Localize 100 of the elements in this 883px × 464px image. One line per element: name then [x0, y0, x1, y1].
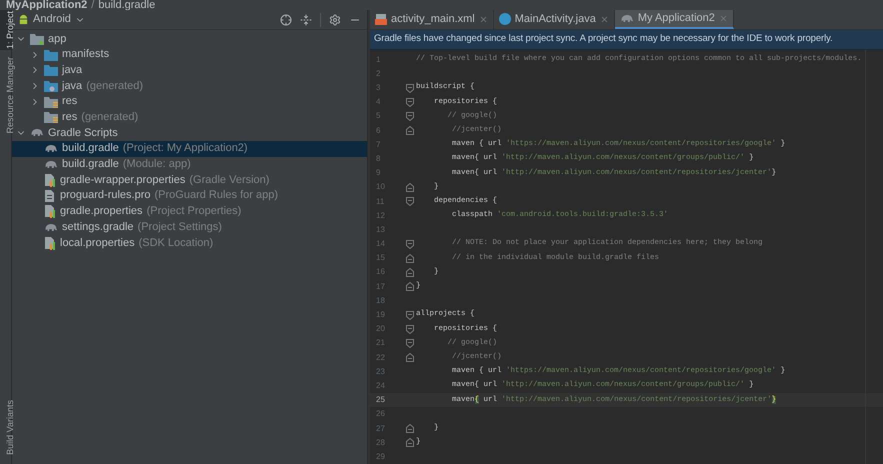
tree-item[interactable]: res (generated) [12, 109, 367, 126]
tree-item-name: manifests [62, 47, 110, 62]
resource-folder-icon [44, 96, 58, 108]
line-number: 12 [375, 210, 386, 222]
tree-item-note: (Project Settings) [138, 220, 222, 235]
module-folder-icon [30, 32, 44, 45]
tree-item[interactable]: build.gradle (Module: app) [12, 156, 367, 172]
line-number: 11 [375, 196, 386, 208]
line-number: 3 [375, 82, 382, 94]
line-number: 23 [375, 366, 386, 378]
line-number: 13 [375, 224, 386, 236]
unfold-marker-icon[interactable] [406, 126, 414, 136]
unfold-marker-icon[interactable] [406, 268, 414, 277]
fold-marker-icon[interactable] [406, 310, 414, 320]
fold-marker-icon[interactable] [406, 324, 414, 334]
fold-marker-icon[interactable] [406, 84, 414, 93]
tree-item-name: build.gradle [62, 141, 119, 156]
line-number: 1 [375, 54, 382, 66]
tree-item-name: proguard-rules.pro [60, 188, 150, 204]
tree-item-note: (generated) [81, 110, 138, 126]
tree-item-name: java [62, 62, 82, 78]
elephant-icon [44, 143, 58, 154]
tree-item[interactable]: java (generated) [12, 78, 367, 94]
tree-item-name: build.gradle [62, 157, 119, 172]
line-number: 15 [375, 252, 386, 264]
view-dropdown[interactable]: Android [18, 11, 85, 28]
tree-item-name: settings.gradle [62, 220, 134, 235]
tree-item-note: (generated) [86, 78, 144, 94]
unfold-marker-icon[interactable] [406, 182, 414, 192]
tree-item-note: (ProGuard Rules for app) [154, 188, 278, 204]
line-number: 21 [375, 337, 386, 350]
line-number: 18 [375, 294, 386, 307]
tree-item[interactable]: res [12, 94, 367, 110]
fold-marker-icon[interactable] [406, 338, 414, 348]
fold-marker-icon[interactable] [406, 112, 414, 121]
line-number: 19 [375, 309, 386, 322]
line-number: 25 [375, 394, 386, 406]
tree-item-note: (SDK Location) [138, 236, 214, 251]
line-number: 7 [375, 138, 382, 151]
elephant-icon [620, 12, 634, 24]
tree-item-name: res [62, 110, 78, 126]
breadcrumb-item[interactable]: MyApplication2 [6, 0, 88, 10]
line-number: 27 [375, 422, 386, 435]
unfold-marker-icon[interactable] [406, 353, 414, 362]
properties-file-icon [44, 236, 56, 250]
tree-item[interactable]: manifests [12, 46, 367, 62]
tree-item-note: (Gradle Version) [189, 172, 270, 188]
folder-gear-icon [44, 80, 58, 92]
editor-tab[interactable]: activity_main.xml [370, 10, 494, 29]
tree-item-name: Gradle Scripts [48, 126, 118, 141]
tree-item-note: (Module: app) [122, 157, 191, 172]
android-icon [18, 14, 29, 25]
line-number: 22 [375, 352, 386, 364]
line-number: 20 [375, 323, 386, 336]
locate-icon[interactable] [280, 14, 292, 26]
class-icon [498, 13, 511, 26]
unfold-marker-icon[interactable] [406, 282, 414, 292]
close-icon[interactable] [718, 14, 728, 23]
tab-label: My Application2 [638, 11, 715, 26]
editor-tab[interactable]: MainActivity.java [494, 10, 615, 29]
line-number: 4 [375, 96, 382, 108]
tree-item[interactable]: gradle-wrapper.properties (Gradle Version) [12, 172, 367, 188]
tree-item-name: app [48, 32, 66, 47]
tree-item[interactable]: gradle.properties (Project Properties) [12, 204, 367, 220]
tab-label: MainActivity.java [514, 12, 596, 28]
collapse-all-icon[interactable] [300, 14, 312, 26]
tree-item[interactable]: build.gradle (Project: My Application2) [12, 140, 367, 156]
tree-item[interactable]: proguard-rules.pro (ProGuard Rules for app) [12, 188, 367, 204]
fold-marker-icon[interactable] [406, 197, 414, 206]
tool-window-tab[interactable]: Build Variants [0, 399, 11, 456]
unfold-marker-icon[interactable] [406, 438, 414, 448]
tree-item[interactable]: app [12, 31, 367, 47]
line-number: 14 [375, 238, 386, 250]
layout-file-icon [375, 13, 387, 26]
properties-file-icon [44, 173, 56, 188]
folder-icon [44, 64, 58, 76]
tab-label: activity_main.xml [391, 12, 475, 28]
close-icon[interactable] [478, 14, 488, 24]
line-number: 8 [375, 152, 382, 165]
sync-banner: Gradle files have changed since last project sync. A project sync may be necessary for the IDE to work properly. [370, 30, 883, 50]
breadcrumb-item[interactable]: build.gradle [98, 0, 156, 10]
folder-icon [44, 48, 58, 61]
fold-marker-icon[interactable] [406, 98, 414, 107]
line-number: 9 [375, 167, 382, 180]
settings-icon[interactable] [329, 14, 341, 26]
fold-marker-icon[interactable] [406, 240, 414, 249]
breadcrumb-separator: / [91, 0, 94, 10]
unfold-marker-icon[interactable] [406, 424, 414, 434]
editor-tab[interactable]: My Application2 [614, 10, 734, 29]
tree-item-name: java [62, 78, 82, 94]
tree-item-note: (Project Properties) [146, 204, 242, 220]
tree-item[interactable]: Gradle Scripts [12, 125, 367, 141]
line-number: 24 [375, 380, 386, 392]
resource-folder-icon [44, 111, 58, 124]
tree-item[interactable]: settings.gradle (Project Settings) [12, 219, 367, 235]
unfold-marker-icon[interactable] [406, 254, 414, 263]
line-number: 29 [375, 450, 386, 463]
line-number: 28 [375, 436, 386, 449]
tree-item[interactable]: local.properties (SDK Location) [12, 234, 367, 251]
close-icon[interactable] [600, 14, 609, 24]
